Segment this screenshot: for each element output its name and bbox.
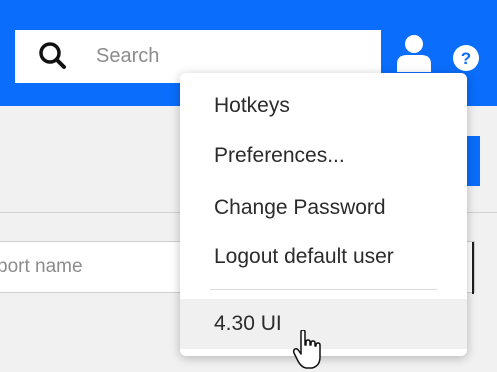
search-icon[interactable] — [37, 40, 69, 72]
field-edge — [472, 242, 474, 294]
user-icon[interactable] — [397, 34, 431, 72]
menu-item-preferences[interactable]: Preferences... — [180, 131, 467, 181]
help-icon[interactable]: ? — [453, 45, 479, 71]
hand-pointer-cursor — [292, 330, 321, 369]
user-menu-dropdown: Hotkeys Preferences... Change Password L… — [180, 73, 467, 356]
menu-item-version[interactable]: 4.30 UI — [180, 299, 467, 349]
menu-item-change-password[interactable]: Change Password — [180, 183, 467, 233]
menu-item-hotkeys[interactable]: Hotkeys — [180, 81, 467, 131]
menu-item-logout[interactable]: Logout default user — [180, 232, 467, 282]
menu-divider — [210, 289, 437, 290]
svg-text:?: ? — [461, 49, 471, 68]
